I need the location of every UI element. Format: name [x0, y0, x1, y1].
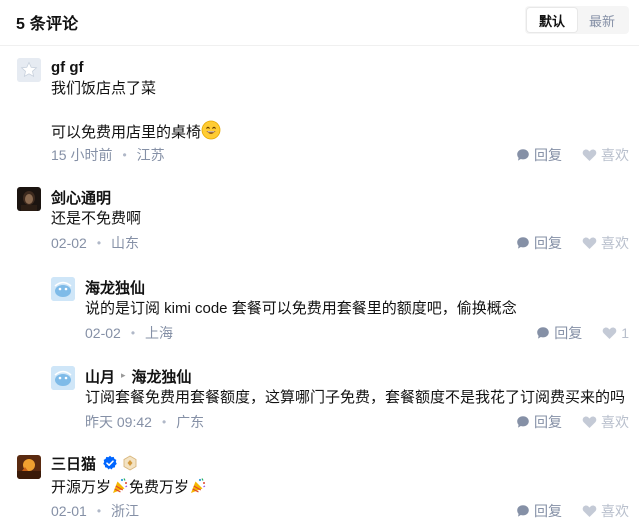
- comment-location: 广东: [176, 414, 205, 430]
- reply-label: 回复: [554, 325, 583, 341]
- comment-meta: 昨天 09:42 • 广东: [85, 412, 204, 432]
- heart-icon: [582, 149, 597, 161]
- comment-author[interactable]: 三日猫: [51, 453, 96, 474]
- reply-button[interactable]: 回复: [516, 501, 562, 521]
- like-label: 喜欢: [601, 503, 629, 519]
- comment-actions: 回复 喜欢: [516, 145, 629, 165]
- meta-separator: •: [130, 326, 136, 340]
- comment-actions: 回复 喜欢: [516, 501, 629, 521]
- comment-actions: 回复 喜欢: [516, 233, 629, 253]
- comment-location: 江苏: [136, 147, 165, 163]
- reply-arrow-icon: ▸: [121, 369, 126, 380]
- comment-time: 昨天 09:42: [85, 414, 152, 430]
- like-button[interactable]: 1: [602, 325, 629, 341]
- comments-header: 5 条评论 默认 最新: [0, 0, 639, 46]
- avatar[interactable]: [51, 366, 75, 390]
- comment-location: 山东: [111, 235, 140, 251]
- meta-separator: •: [161, 415, 167, 429]
- reply-label: 回复: [534, 503, 562, 519]
- reply-label: 回复: [534, 414, 562, 430]
- comments-title: 5 条评论: [16, 16, 79, 33]
- meta-separator: •: [122, 148, 127, 162]
- level-badge-icon: [123, 455, 137, 471]
- reply-button[interactable]: 回复: [516, 412, 562, 432]
- heart-icon: [602, 327, 617, 339]
- reply-label: 回复: [534, 235, 562, 251]
- comment-bubble-icon: [537, 327, 550, 339]
- comment-location: 浙江: [111, 503, 140, 519]
- verified-icon: [103, 455, 117, 470]
- comment-bubble-icon: [517, 505, 529, 517]
- comment-text: 可以免费用店里的桌椅: [51, 124, 202, 141]
- like-button[interactable]: 喜欢: [582, 233, 629, 253]
- comment-meta: 02-01 • 浙江: [51, 501, 139, 521]
- comment-time: 02-02: [85, 325, 121, 341]
- comment-actions: 回复 喜欢: [516, 412, 629, 432]
- comment-text: 说的是订阅 kimi code 套餐可以免费用套餐里的额度吧，偷换概念: [85, 300, 517, 317]
- comment-text: 开源万岁 免费万岁: [51, 477, 207, 501]
- comment-actions: 回复 1: [536, 323, 629, 343]
- like-label: 喜欢: [601, 235, 629, 251]
- reply-button[interactable]: 回复: [536, 323, 582, 343]
- comment-bubble-icon: [517, 237, 529, 249]
- like-label: 喜欢: [601, 147, 629, 163]
- comment-time: 02-02: [51, 235, 87, 251]
- comment-time: 02-01: [51, 503, 87, 519]
- comment-text-line: 可以免费用店里的桌椅: [51, 120, 221, 146]
- smile-emoji-icon: [201, 120, 221, 146]
- comments-panel: 5 条评论 默认 最新 gf gf 我们饭店点了菜 可以免费用店里的桌椅 15 …: [0, 0, 639, 530]
- reply-button[interactable]: 回复: [516, 233, 562, 253]
- comment-bubble-icon: [517, 416, 529, 428]
- comment-author[interactable]: 山月: [85, 366, 115, 387]
- comment-author[interactable]: gf gf: [51, 59, 83, 76]
- avatar[interactable]: [17, 455, 41, 479]
- meta-separator: •: [96, 236, 102, 250]
- like-label: 喜欢: [601, 414, 629, 430]
- like-button[interactable]: 喜欢: [582, 501, 629, 521]
- reply-to-author[interactable]: 海龙独仙: [132, 366, 192, 387]
- sort-latest-button[interactable]: 最新: [577, 8, 627, 32]
- like-count: 1: [621, 325, 629, 341]
- heart-icon: [582, 505, 597, 517]
- comment-time: 15 小时前: [51, 147, 113, 163]
- comment-text-part: 开源万岁: [51, 479, 112, 496]
- reply-button[interactable]: 回复: [516, 145, 562, 165]
- star-avatar-icon: [17, 58, 41, 82]
- heart-icon: [582, 416, 597, 428]
- meta-separator: •: [96, 504, 102, 518]
- like-button[interactable]: 喜欢: [582, 145, 629, 165]
- avatar[interactable]: [51, 277, 75, 301]
- comment-text: 订阅套餐免费用套餐额度，这算哪门子免费，套餐额度不是我花了订阅费买来的吗: [85, 389, 626, 406]
- comment-meta: 02-02 • 上海: [85, 323, 173, 343]
- comment-text-part: 免费万岁: [129, 479, 190, 496]
- comment-meta: 15 小时前 • 江苏: [51, 145, 165, 165]
- comment-location: 上海: [145, 325, 174, 341]
- comment-author[interactable]: 剑心通明: [51, 187, 111, 208]
- comment-bubble-icon: [517, 149, 529, 161]
- comment-text-line: 我们饭店点了菜: [51, 80, 157, 97]
- reply-label: 回复: [534, 147, 562, 163]
- avatar[interactable]: [17, 187, 41, 211]
- avatar[interactable]: [17, 58, 41, 82]
- comment-meta: 02-02 • 山东: [51, 233, 139, 253]
- party-popper-icon: [111, 477, 129, 501]
- like-button[interactable]: 喜欢: [582, 412, 629, 432]
- sort-toggle: 默认 最新: [525, 6, 629, 34]
- sort-default-button[interactable]: 默认: [527, 8, 577, 32]
- party-popper-icon: [189, 477, 207, 501]
- comment-text: 还是不免费啊: [51, 210, 142, 227]
- comment-author[interactable]: 海龙独仙: [85, 277, 145, 298]
- heart-icon: [582, 237, 597, 249]
